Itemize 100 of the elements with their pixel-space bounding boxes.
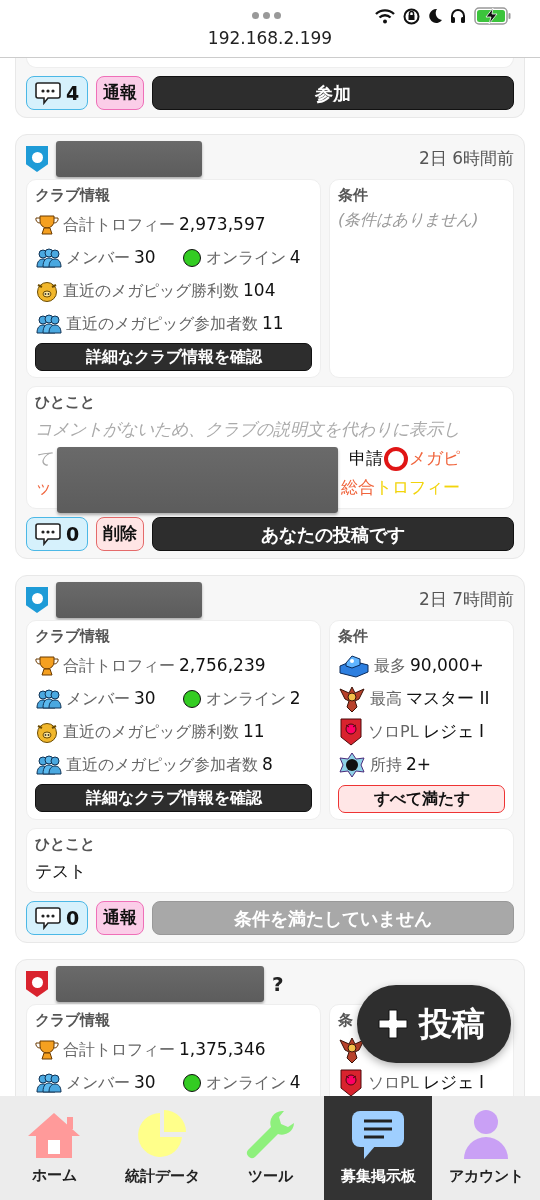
stat-value: 2 [289,686,301,710]
plus-icon [377,1008,409,1040]
delete-button[interactable]: 削除 [96,517,145,551]
stat-label: メンバー [66,246,130,269]
address-text: 192.168.2.199 [207,27,333,50]
comment-text: 総合 [341,475,375,499]
condition-value: 90,000+ [410,653,484,677]
online-dot-icon [181,1072,202,1093]
report-button[interactable]: 通報 [96,76,145,110]
trophy-icon [35,654,59,677]
speech-bubble-icon [35,81,61,105]
nav-tab[interactable]: アカウント [432,1096,540,1200]
nav-tab[interactable]: ツール [216,1096,324,1200]
wifi-icon [375,8,395,24]
stat-value: 30 [134,245,156,269]
speech-bubble-icon [35,522,61,546]
condition-value: 2+ [406,752,432,776]
nav-tab[interactable]: ホーム [0,1096,108,1200]
stat-label: 合計トロフィー [63,213,175,236]
condition-label: 所持 [370,753,402,776]
club-details-button[interactable]: 詳細なクラブ情報を確認 [35,784,312,812]
stat-label: オンライン [205,1071,286,1094]
stat-value: 2,756,239 [179,653,266,677]
stat-label: オンライン [205,687,286,710]
people-icon [35,754,62,775]
comment-text: メガピ [409,446,460,470]
post-button[interactable]: 投稿 [357,985,511,1063]
comments-button[interactable]: 0 [26,517,89,551]
comments-button[interactable]: 0 [26,901,89,935]
comment-text: テスト [35,859,86,883]
people-icon [35,1072,62,1093]
more-dots-icon [252,12,281,19]
demon-shield-icon [338,1067,364,1096]
demon-shield-icon [338,716,364,747]
comment-text: ッ [35,475,52,499]
ring-icon [383,445,409,472]
requirements-met-button[interactable]: すべて満たす [338,785,505,813]
panel-title: ひとこと [35,834,95,855]
stat-value: 30 [134,1070,156,1094]
condition-value: レジェ I [422,1070,484,1094]
stat-value: 104 [243,278,276,302]
people-icon [35,247,62,268]
trophy-box-icon [338,653,370,678]
primary-button[interactable]: あなたの投稿です [152,517,514,551]
comments-button[interactable]: 4 [26,76,89,110]
online-dot-icon [181,247,202,268]
stat-value: 30 [134,686,156,710]
stat-label: オンライン [205,246,286,269]
stat-label: 直近のメガピッグ勝利数 [63,720,239,743]
empty-text: (条件はありません) [338,209,480,231]
nav-tab[interactable]: 募集掲示板 [324,1096,432,1200]
stat-label: 合計トロフィー [63,654,175,677]
online-dot-icon [181,688,202,709]
people-icon [35,313,62,334]
people-icon [35,688,62,709]
battery-charging-icon [474,7,512,25]
condition-value: マスター II [406,686,490,710]
comment-text: コメントがないため、クラブの説明文を代わりに表示し [35,417,460,441]
post-time: 2日 6時間前 [418,147,514,171]
person-icon [461,1108,511,1161]
chat-bubble-icon [350,1108,406,1161]
primary-button[interactable]: 参加 [152,76,514,110]
stat-label: 直近のメガピッグ参加者数 [66,753,258,776]
comment-text: 申請 [349,446,383,470]
stat-value: 4 [289,245,301,269]
condition-label: 最多 [374,654,406,677]
condition-label: ソロPL [368,720,419,743]
condition-label: 最高 [370,687,402,710]
report-button[interactable]: 通報 [96,901,145,935]
nav-tab[interactable]: 統計データ [108,1096,216,1200]
stat-value: 11 [243,719,265,743]
panel-title: クラブ情報 [35,626,110,647]
comment-text: トロフィー [375,475,460,499]
condition-label: ソロPL [368,1071,419,1094]
stat-label: 合計トロフィー [63,1038,175,1061]
trophy-icon [35,1038,59,1061]
stat-value: 2,973,597 [179,212,266,236]
pig-icon [35,279,59,302]
stat-label: 直近のメガピッグ参加者数 [66,312,258,335]
panel-title: 条 [338,1010,353,1031]
speech-bubble-icon [35,906,61,930]
stat-label: メンバー [66,687,130,710]
stat-value: 8 [262,752,273,776]
panel-title: 条件 [338,626,368,647]
stat-value: 1,375,346 [179,1037,266,1061]
club-details-button[interactable]: 詳細なクラブ情報を確認 [35,343,312,371]
stat-value: 4 [289,1070,301,1094]
panel-title: クラブ情報 [35,185,110,206]
gem-icon [338,751,366,778]
panel-title: 条件 [338,185,368,206]
trophy-icon [35,213,59,236]
panel-title: ひとこと [35,392,95,413]
stat-label: メンバー [66,1071,130,1094]
rotation-lock-icon [403,7,420,25]
moon-icon [428,8,442,24]
panel-title: クラブ情報 [35,1010,110,1031]
stat-value: 11 [262,311,284,335]
post-time: 2日 7時間前 [418,588,514,612]
club-name: ? [272,971,284,998]
pig-icon [35,720,59,743]
